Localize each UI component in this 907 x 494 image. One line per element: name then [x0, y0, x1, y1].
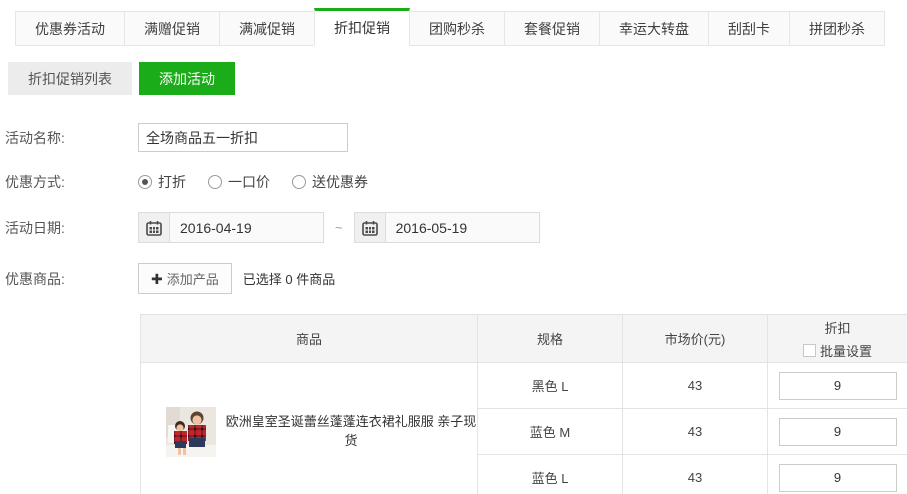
tab-group-seckill[interactable]: 团购秒杀 — [409, 11, 505, 46]
calendar-icon[interactable] — [355, 213, 386, 242]
discount-list-button[interactable]: 折扣促销列表 — [8, 62, 132, 95]
radio-selected-icon[interactable] — [138, 175, 152, 189]
batch-set-checkbox[interactable] — [803, 344, 816, 357]
activity-name-label: 活动名称: — [5, 128, 138, 148]
tab-full-reduce-promo[interactable]: 满减促销 — [219, 11, 315, 46]
batch-set-label: 批量设置 — [820, 341, 872, 360]
radio-label: 打折 — [158, 172, 186, 192]
header-discount: 折扣 批量设置 — [768, 315, 907, 363]
discount-input[interactable] — [779, 464, 897, 492]
activity-name-input[interactable] — [138, 123, 348, 152]
tab-scratch-card[interactable]: 刮刮卡 — [708, 11, 790, 46]
discount-cell — [768, 455, 907, 494]
activity-form: 活动名称: 优惠方式: 打折 一口价 送优惠券 活动日期: — [5, 123, 907, 294]
promo-products-row: 优惠商品: ✚ 添加产品 已选择 0 件商品 — [5, 263, 907, 294]
table-header-row: 商品 规格 市场价(元) 折扣 批量设置 — [141, 315, 907, 363]
price-cell: 43 — [623, 455, 768, 494]
spec-cell: 黑色 L — [478, 363, 623, 409]
radio-option-dazhe[interactable]: 打折 — [138, 172, 186, 192]
radio-label: 一口价 — [228, 172, 270, 192]
product-discount-table: 商品 规格 市场价(元) 折扣 批量设置 — [140, 314, 907, 494]
activity-name-row: 活动名称: — [5, 123, 907, 152]
tab-discount-promo[interactable]: 折扣促销 — [314, 8, 410, 46]
discount-method-row: 优惠方式: 打折 一口价 送优惠券 — [5, 172, 907, 192]
radio-unselected-icon[interactable] — [292, 175, 306, 189]
add-product-button[interactable]: ✚ 添加产品 — [138, 263, 232, 294]
header-product: 商品 — [141, 315, 478, 363]
spec-cell: 蓝色 M — [478, 409, 623, 455]
start-date-value: 2016-04-19 — [170, 220, 252, 236]
discount-cell — [768, 363, 907, 409]
product-thumbnail-image — [166, 407, 216, 457]
activity-date-label: 活动日期: — [5, 218, 138, 238]
discount-method-label: 优惠方式: — [5, 172, 138, 192]
discount-input[interactable] — [779, 372, 897, 400]
discount-method-options: 打折 一口价 送优惠券 — [138, 172, 368, 192]
promotion-tabbar: 优惠券活动 满赠促销 满减促销 折扣促销 团购秒杀 套餐促销 幸运大转盘 刮刮卡… — [0, 0, 907, 46]
tab-lucky-wheel[interactable]: 幸运大转盘 — [599, 11, 709, 46]
radio-unselected-icon[interactable] — [208, 175, 222, 189]
end-date-value: 2016-05-19 — [386, 220, 468, 236]
price-cell: 43 — [623, 363, 768, 409]
header-discount-label: 折扣 — [824, 318, 850, 337]
promo-products-label: 优惠商品: — [5, 269, 138, 289]
tab-full-gift-promo[interactable]: 满赠促销 — [124, 11, 220, 46]
add-activity-button[interactable]: 添加活动 — [139, 62, 235, 95]
tab-package-promo[interactable]: 套餐促销 — [504, 11, 600, 46]
radio-option-yikoujia[interactable]: 一口价 — [208, 172, 270, 192]
plus-icon: ✚ — [151, 272, 163, 286]
tab-coupon-activity[interactable]: 优惠券活动 — [15, 11, 125, 46]
discount-input[interactable] — [779, 418, 897, 446]
table-row: 欧洲皇室圣诞蕾丝蓬蓬连衣裙礼服服 亲子现货 黑色 L 43 — [141, 363, 907, 409]
radio-option-songyouhuiquan[interactable]: 送优惠券 — [292, 172, 368, 192]
price-cell: 43 — [623, 409, 768, 455]
discount-cell — [768, 409, 907, 455]
date-range-separator: ~ — [335, 220, 343, 235]
calendar-icon[interactable] — [139, 213, 170, 242]
subnav: 折扣促销列表 添加活动 — [8, 62, 907, 95]
header-spec: 规格 — [478, 315, 623, 363]
start-date-picker[interactable]: 2016-04-19 — [138, 212, 324, 243]
activity-date-row: 活动日期: 2016-04-19 ~ — [5, 212, 907, 243]
end-date-picker[interactable]: 2016-05-19 — [354, 212, 540, 243]
tab-pintuan-seckill[interactable]: 拼团秒杀 — [789, 11, 885, 46]
radio-label: 送优惠券 — [312, 172, 368, 192]
spec-cell: 蓝色 L — [478, 455, 623, 494]
add-product-label: 添加产品 — [167, 269, 219, 288]
product-name: 欧洲皇室圣诞蕾丝蓬蓬连衣裙礼服服 亲子现货 — [225, 413, 477, 449]
selected-count-hint: 已选择 0 件商品 — [243, 269, 335, 288]
header-price: 市场价(元) — [623, 315, 768, 363]
product-cell: 欧洲皇室圣诞蕾丝蓬蓬连衣裙礼服服 亲子现货 — [141, 363, 478, 494]
